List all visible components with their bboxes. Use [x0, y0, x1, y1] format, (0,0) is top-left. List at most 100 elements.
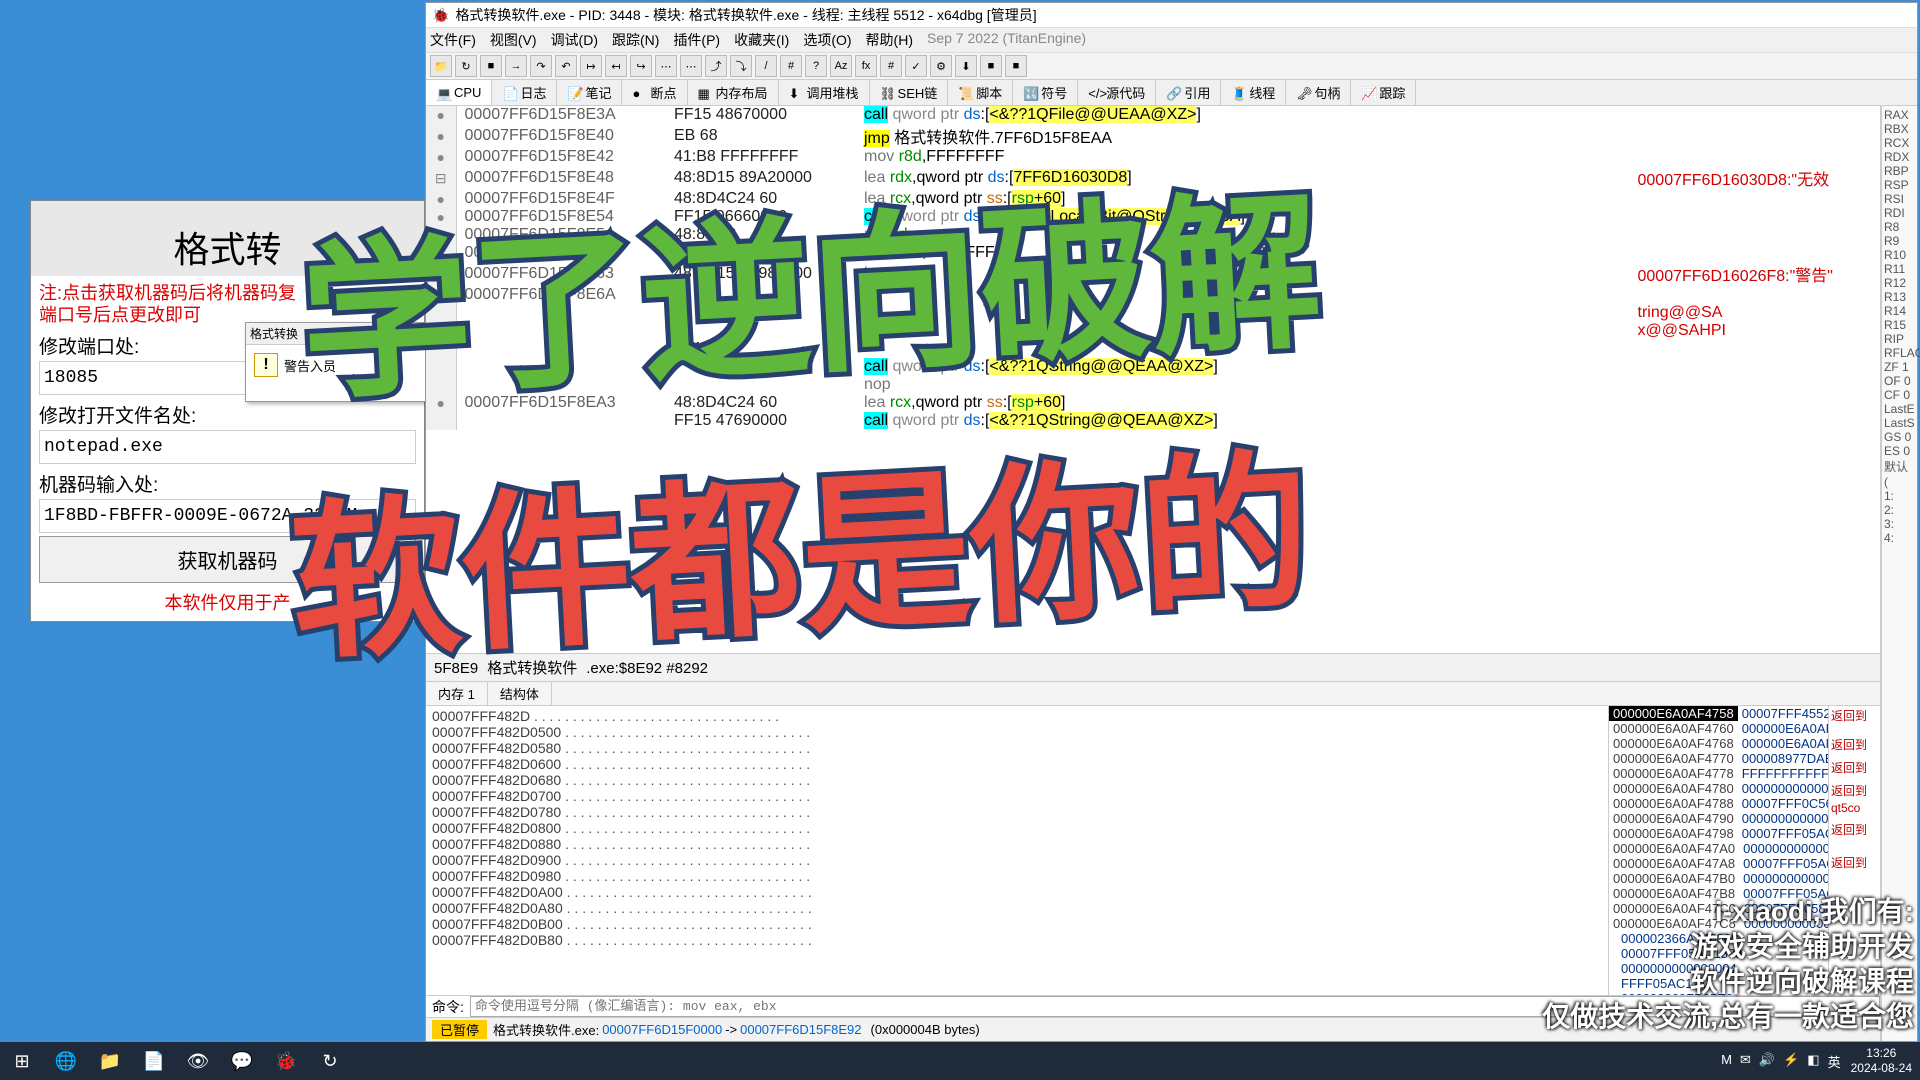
register-label[interactable]: LastE — [1884, 402, 1915, 416]
tab-脚本[interactable]: 📜脚本 — [948, 80, 1013, 105]
disasm-row[interactable]: ●00007FF6D15F8E4241:B8 FFFFFFFFmov r8d,F… — [426, 148, 1880, 166]
toolbar-button[interactable]: ↤ — [605, 55, 627, 77]
taskbar-button[interactable]: ⊞ — [0, 1042, 44, 1080]
toolbar-button[interactable]: ↻ — [455, 55, 477, 77]
dump-row[interactable]: 00007FFF482D . . . . . . . . . . . . . .… — [432, 708, 1602, 724]
taskbar-button[interactable]: 💬 — [220, 1042, 264, 1080]
stack-row[interactable]: 000000E6A0AF4768000000E6A0AF4740 — [1609, 736, 1828, 751]
toolbar-button[interactable]: ⚙ — [930, 55, 952, 77]
taskbar-button[interactable]: 👁 — [176, 1042, 220, 1080]
toolbar-button[interactable]: ⤵ — [730, 55, 752, 77]
disasm-row[interactable]: ●00007FF6D15F8EA348:8D4C24 60lea rcx,qwo… — [426, 394, 1880, 412]
toolbar-button[interactable]: 📁 — [430, 55, 452, 77]
disasm-row[interactable]: ●00007FF6D15F8E6A — [426, 286, 1880, 304]
machine-code-input[interactable] — [39, 499, 416, 533]
taskbar-button[interactable]: 🐞 — [264, 1042, 308, 1080]
toolbar-button[interactable]: ↦ — [580, 55, 602, 77]
clock[interactable]: 13:26 2024-08-24 — [1851, 1046, 1912, 1076]
toolbar-button[interactable]: ⤴ — [705, 55, 727, 77]
registers-panel[interactable]: RAXRBXRCXRDXRBPRSPRSIRDIR8R9R10R11R12R13… — [1881, 106, 1917, 1041]
register-label[interactable]: RAX — [1884, 108, 1915, 122]
dump-row[interactable]: 00007FFF482D0600 . . . . . . . . . . . .… — [432, 756, 1602, 772]
stack-row[interactable]: 000000E6A0AF47C000007FFF0586C3B8 — [1609, 901, 1828, 916]
register-label[interactable]: R15 — [1884, 318, 1915, 332]
tray-icon[interactable]: 🔊 — [1759, 1052, 1775, 1071]
dump-row[interactable]: 00007FFF482D0880 . . . . . . . . . . . .… — [432, 836, 1602, 852]
disasm-row[interactable]: ●00007FF6D15F8E5D41:B8 FFFFFFFFmov r8d,F… — [426, 244, 1880, 262]
menu-item[interactable]: 文件(F) — [430, 30, 476, 50]
register-label[interactable]: OF 0 — [1884, 374, 1915, 388]
stack-row[interactable]: 000000E6A0AF47900000000000000002 — [1609, 811, 1828, 826]
tab-笔记[interactable]: 📝笔记 — [557, 80, 622, 105]
bottom-tab[interactable]: 内存 1 — [426, 682, 488, 705]
register-label[interactable]: R12 — [1884, 276, 1915, 290]
tab-日志[interactable]: 📄日志 — [492, 80, 557, 105]
tray-icon[interactable]: ✉ — [1740, 1052, 1751, 1071]
dump-row[interactable]: 00007FFF482D0780 . . . . . . . . . . . .… — [432, 804, 1602, 820]
toolbar-button[interactable]: ■ — [980, 55, 1002, 77]
disasm-row[interactable]: tring@@SA — [426, 304, 1880, 322]
stack-row[interactable]: 000000E6A0AF4778FFFFFFFFFFFFFFFE — [1609, 766, 1828, 781]
stack-row[interactable]: 00007FFF05AD1808 — [1609, 946, 1828, 961]
toolbar-button[interactable]: Az — [830, 55, 852, 77]
toolbar-button[interactable]: # — [880, 55, 902, 77]
register-label[interactable]: RSI — [1884, 192, 1915, 206]
tab-引用[interactable]: 🔗引用 — [1156, 80, 1221, 105]
get-machine-code-button[interactable]: 获取机器码 — [39, 536, 416, 583]
register-label[interactable]: RDI — [1884, 206, 1915, 220]
disassembly-view[interactable]: ●00007FF6D15F8E3AFF15 48670000call qword… — [426, 106, 1880, 653]
register-label[interactable]: R10 — [1884, 248, 1915, 262]
register-label[interactable]: R8 — [1884, 220, 1915, 234]
dump-row[interactable]: 00007FFF482D0800 . . . . . . . . . . . .… — [432, 820, 1602, 836]
toolbar-button[interactable]: ■ — [1005, 55, 1027, 77]
toolbar-button[interactable]: ⋯ — [680, 55, 702, 77]
register-label[interactable]: 默认 ( — [1884, 458, 1915, 489]
dump-row[interactable]: 00007FFF482D0A80 . . . . . . . . . . . .… — [432, 900, 1602, 916]
disasm-row[interactable]: ●00007FF6D15F8E5A48:8BD8mov rbx,rax — [426, 226, 1880, 244]
tab-SEH链[interactable]: ⛓SEH链 — [870, 80, 949, 105]
stack-row[interactable]: 000000E6A0AF475800007FFF45526B3C — [1609, 706, 1828, 721]
stack-row[interactable]: 000000E6A0AF47B00000000000000000 — [1609, 871, 1828, 886]
stack-row[interactable]: 000000E6A0AF47A800007FFF05ACB378 — [1609, 856, 1828, 871]
tray-icon[interactable]: M — [1721, 1052, 1732, 1071]
disasm-row[interactable]: nop — [426, 376, 1880, 394]
taskbar-button[interactable]: 🌐 — [44, 1042, 88, 1080]
dump-row[interactable]: 00007FFF482D0580 . . . . . . . . . . . .… — [432, 740, 1602, 756]
register-label[interactable]: RIP — [1884, 332, 1915, 346]
register-label[interactable]: 2: — [1884, 503, 1915, 517]
disasm-row[interactable]: ●00007FF6D15F8E40EB 68jmp 格式转换软件.7FF6D15… — [426, 124, 1880, 148]
disasm-row[interactable]: ●00007FF6D15F8E3AFF15 48670000call qword… — [426, 106, 1880, 124]
register-label[interactable]: R13 — [1884, 290, 1915, 304]
toolbar-button[interactable]: ✓ — [905, 55, 927, 77]
disasm-row[interactable]: x@@SAHPI — [426, 322, 1880, 340]
tray-icon[interactable]: ⚡ — [1783, 1052, 1799, 1071]
menu-item[interactable]: 插件(P) — [673, 30, 720, 50]
menu-item[interactable]: 选项(O) — [803, 30, 851, 50]
register-label[interactable]: GS 0 — [1884, 430, 1915, 444]
filename-input[interactable] — [39, 430, 416, 464]
disasm-row[interactable]: ●00007FF6D15F8E4F48:8D4C24 60lea rcx,qwo… — [426, 190, 1880, 208]
dump-row[interactable]: 00007FFF482D0700 . . . . . . . . . . . .… — [432, 788, 1602, 804]
dump-row[interactable]: 00007FFF482D0980 . . . . . . . . . . . .… — [432, 868, 1602, 884]
memory-dump[interactable]: 00007FFF482D . . . . . . . . . . . . . .… — [426, 706, 1608, 995]
toolbar-button[interactable]: fx — [855, 55, 877, 77]
register-label[interactable]: 3: — [1884, 517, 1915, 531]
stack-row[interactable]: 000000E6A0AF478800007FFF0C56A446 — [1609, 796, 1828, 811]
menu-item[interactable]: 帮助(H) — [866, 30, 913, 50]
disasm-row[interactable]: ●00007FF6D15F8E6348:8D15 8E980000lea 000… — [426, 262, 1880, 286]
dump-row[interactable]: 00007FFF482D0680 . . . . . . . . . . . .… — [432, 772, 1602, 788]
stack-row[interactable]: 000000E6A0AF4770000008977DAE709E — [1609, 751, 1828, 766]
menu-item[interactable]: 视图(V) — [490, 30, 537, 50]
menu-item[interactable]: 跟踪(N) — [612, 30, 659, 50]
tab-跟踪[interactable]: 📈跟踪 — [1351, 80, 1416, 105]
toolbar-button[interactable]: ⋯ — [655, 55, 677, 77]
tray-icon[interactable]: ◧ — [1807, 1052, 1819, 1071]
taskbar-button[interactable]: 📄 — [132, 1042, 176, 1080]
tab-断点[interactable]: ●断点 — [622, 80, 687, 105]
tab-线程[interactable]: 🧵线程 — [1221, 80, 1286, 105]
status-addr-to[interactable]: 00007FF6D15F8E92 — [740, 1022, 861, 1037]
stack-row[interactable]: 000000E6A0AF47800000000000000001 — [1609, 781, 1828, 796]
dump-row[interactable]: 00007FFF482D0B00 . . . . . . . . . . . .… — [432, 916, 1602, 932]
stack-row[interactable]: 000002366A140068 — [1609, 931, 1828, 946]
stack-row[interactable]: 000000E6A0AF47B800007FFF05ACB26B — [1609, 886, 1828, 901]
